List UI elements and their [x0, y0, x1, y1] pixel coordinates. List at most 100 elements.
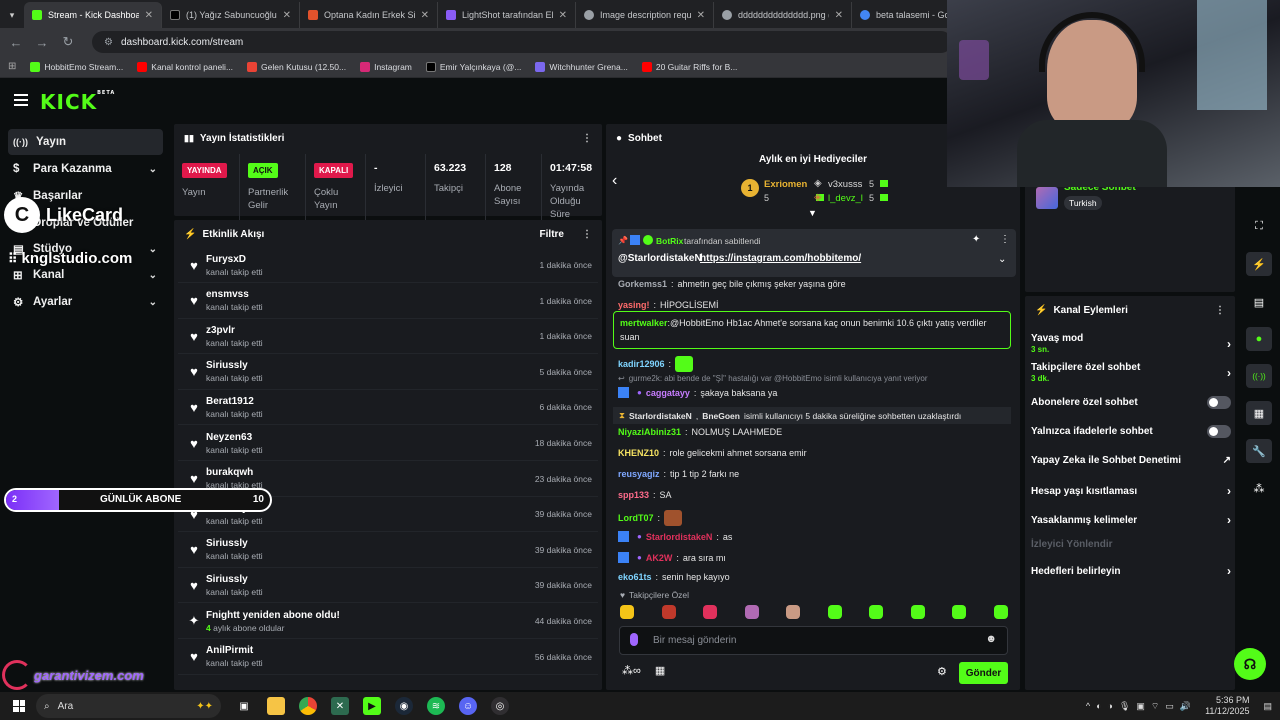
points-icon[interactable]: ⁂∞	[622, 664, 641, 677]
battery-icon[interactable]: ▭	[1165, 701, 1174, 712]
file-explorer-icon[interactable]	[267, 697, 285, 715]
chat-username[interactable]: AK2W	[646, 553, 673, 563]
toggle-switch[interactable]	[1207, 425, 1231, 438]
tab-search-icon[interactable]: ▾	[0, 2, 24, 28]
more-options-icon[interactable]: ⋮	[582, 133, 592, 144]
channel-action-row[interactable]: Yasaklanmış kelimeler ›	[1031, 513, 1231, 527]
more-options-icon[interactable]: ⋮	[582, 229, 592, 240]
tray-app-icon[interactable]: ◐	[1096, 701, 1101, 711]
lightning-icon[interactable]: ⚡	[1246, 252, 1272, 276]
community-icon[interactable]: ⁂	[1246, 476, 1272, 500]
wrench-icon[interactable]: 🔧	[1246, 439, 1272, 463]
tray-app-icon[interactable]: ◑	[1108, 701, 1113, 711]
chat-username[interactable]: NiyaziAbiniz31	[618, 427, 681, 437]
close-icon[interactable]: ✕	[145, 10, 153, 21]
more-options-icon[interactable]: ⋮	[1000, 234, 1010, 245]
discord-icon[interactable]: ☺	[459, 697, 477, 715]
chat-username[interactable]: StarlordistakeN	[629, 411, 692, 421]
chrome-icon[interactable]	[299, 697, 317, 715]
chat-username[interactable]: Gorkemss1	[618, 279, 667, 289]
activity-name[interactable]: FurysxD	[206, 254, 263, 265]
tab-image-description[interactable]: Image description reques ✕	[576, 2, 714, 28]
activity-name[interactable]: AnilPirmit	[206, 645, 263, 656]
gifter-name[interactable]: l_devz_l	[828, 193, 863, 204]
tab-lightshot[interactable]: LightShot tarafından Ekra ✕	[438, 2, 576, 28]
activity-name[interactable]: burakqwh	[206, 467, 263, 478]
chat-username[interactable]: yasing!	[618, 300, 650, 310]
site-info-icon[interactable]: ⚙	[104, 37, 113, 48]
forward-icon[interactable]: →	[34, 35, 50, 50]
back-icon[interactable]: ←	[8, 35, 24, 50]
chat-icon[interactable]: ●	[1246, 327, 1272, 351]
emote-icon[interactable]	[661, 605, 676, 619]
activity-name[interactable]: Berat1912	[206, 396, 263, 407]
sidebar-item-ayarlar[interactable]: ⚙ Ayarlar ⌄	[8, 289, 163, 315]
apps-icon[interactable]: ⊞	[8, 61, 16, 72]
unpin-icon[interactable]: ✦	[972, 234, 980, 245]
chat-username[interactable]: BneGoen	[702, 411, 740, 421]
fullscreen-icon[interactable]: ⛶	[1246, 214, 1272, 238]
channel-action-row[interactable]: Hesap yaşı kısıtlaması ›	[1031, 484, 1231, 498]
gifter-name[interactable]: v3xusss	[828, 179, 862, 190]
chat-username[interactable]: spp133	[618, 490, 649, 500]
taskbar-search[interactable]: ⌕ Ara ✦✦	[36, 694, 221, 718]
emote-icon[interactable]	[744, 605, 759, 619]
emote-icon[interactable]	[620, 605, 634, 619]
windows-start-icon[interactable]	[10, 697, 28, 715]
chevron-left-icon[interactable]: ‹	[612, 172, 617, 190]
chat-username[interactable]: mertwalker	[620, 318, 668, 328]
microphone-icon[interactable]: 🎙	[1119, 701, 1130, 712]
emote-icon[interactable]	[993, 605, 1008, 619]
tab-kick-dashboard[interactable]: Stream - Kick Dashboard ✕	[24, 2, 162, 28]
more-options-icon[interactable]: ⋮	[1215, 305, 1225, 316]
bookmark-item[interactable]: Gelen Kutusu (12.50...	[247, 61, 346, 72]
kick-logo[interactable]: KICKBETA	[40, 90, 115, 114]
bookmark-item[interactable]: Emir Yalçınkaya (@...	[425, 61, 521, 72]
app-icon[interactable]: ✕	[331, 697, 349, 715]
chat-username[interactable]: eko61ts	[618, 572, 652, 582]
expand-icon[interactable]: ▼	[808, 208, 817, 218]
sidebar-item-para-kazanma[interactable]: $ Para Kazanma ⌄	[8, 156, 163, 182]
close-icon[interactable]: ✕	[421, 10, 429, 21]
chevron-up-icon[interactable]: ^	[1086, 701, 1090, 711]
broadcast-icon[interactable]: ((·))	[1246, 364, 1272, 388]
channel-action-row[interactable]: Takipçilere özel sohbet 3 dk. ›	[1031, 362, 1231, 383]
chat-username[interactable]: KHENZ10	[618, 448, 659, 458]
support-button[interactable]: ☊	[1234, 648, 1266, 680]
close-icon[interactable]: ✕	[283, 10, 291, 21]
chevron-down-icon[interactable]: ⌄	[998, 254, 1006, 265]
emote-icon[interactable]	[827, 605, 842, 619]
activity-name[interactable]: Siriussly	[206, 360, 263, 371]
activity-name[interactable]: Neyzen63	[206, 432, 263, 443]
chat-username[interactable]: LordT07	[618, 513, 654, 523]
tab-optana[interactable]: Optana Kadın Erkek Silik ✕	[300, 2, 438, 28]
url-field[interactable]: ⚙ dashboard.kick.com/stream	[92, 31, 952, 53]
channel-action-row[interactable]: Yalnızca ifadelerle sohbet	[1031, 425, 1231, 438]
activity-name[interactable]: ensmvss	[206, 289, 263, 300]
tab-x[interactable]: (1) Yağız Sabuncuoğlu on ✕	[162, 2, 300, 28]
chat-input[interactable]: Bir mesaj gönderin ☻	[619, 626, 1008, 655]
emote-icon[interactable]	[910, 605, 925, 619]
activity-name[interactable]: z3pvlr	[206, 325, 263, 336]
document-icon[interactable]: ▤	[1246, 290, 1272, 314]
tab-png[interactable]: dddddddddddddd.png (✕	[714, 2, 852, 28]
sidebar-item-yayin[interactable]: ((·)) Yayın	[8, 129, 163, 155]
close-icon[interactable]: ✕	[835, 10, 843, 21]
bookmark-item[interactable]: HobbitEmo Stream...	[30, 61, 123, 72]
tray-app-icon[interactable]: ▣	[1136, 701, 1145, 712]
gear-icon[interactable]: ⚙	[937, 665, 947, 678]
chat-username[interactable]: reusyagiz	[618, 469, 660, 479]
bookmark-item[interactable]: 20 Guitar Riffs for B...	[641, 61, 737, 72]
chat-username[interactable]: StarlordistakeN	[646, 532, 713, 542]
emote-icon[interactable]	[703, 605, 717, 619]
close-icon[interactable]: ✕	[697, 10, 705, 21]
emoji-icon[interactable]: ☻	[985, 633, 997, 645]
close-icon[interactable]: ✕	[559, 10, 567, 21]
pinned-user[interactable]: @StarlordistakeN	[618, 253, 702, 264]
layout-icon[interactable]: ▦	[1246, 401, 1272, 425]
gifter-name[interactable]: Exriomen	[764, 179, 807, 190]
obs-icon[interactable]: ◎	[491, 697, 509, 715]
volume-icon[interactable]: 🔊	[1180, 701, 1191, 712]
chat-username[interactable]: caggatayy	[646, 388, 690, 398]
activity-name[interactable]: Fnightt yeniden abone oldu!	[206, 610, 340, 621]
